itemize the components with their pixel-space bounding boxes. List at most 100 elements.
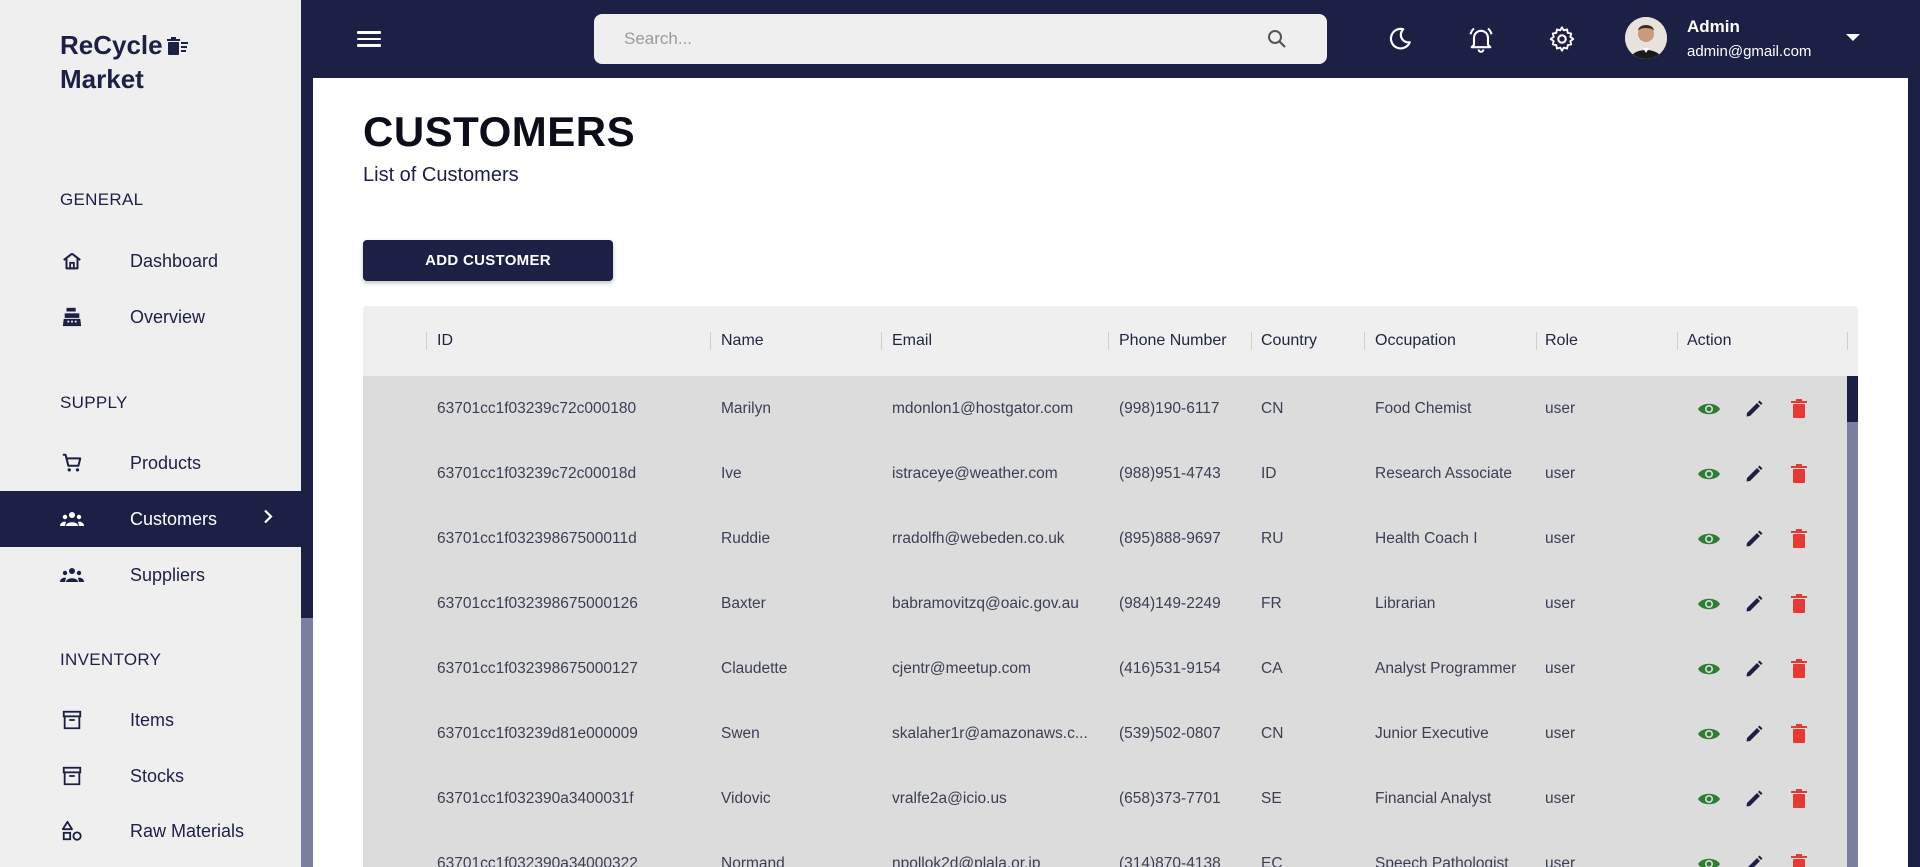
search-input[interactable]	[594, 14, 1274, 64]
user-name: Admin	[1687, 17, 1740, 36]
view-icon[interactable]	[1696, 526, 1722, 552]
notifications-icon[interactable]	[1466, 24, 1496, 54]
menu-icon	[357, 31, 381, 34]
cell-role: user	[1545, 529, 1576, 547]
page-scrollbar[interactable]	[1908, 0, 1920, 867]
main-content: CUSTOMERS List of Customers ADD CUSTOMER…	[313, 78, 1908, 867]
sidebar-item-overview[interactable]: Overview	[0, 289, 301, 345]
avatar[interactable]	[1625, 17, 1667, 59]
cell-phone: (988)951-4743	[1119, 464, 1221, 482]
cash-register-icon	[60, 305, 84, 329]
sidebar-item-items[interactable]: Items	[0, 692, 301, 748]
edit-icon[interactable]	[1741, 786, 1767, 812]
sidebar-item-customers[interactable]: Customers	[0, 491, 301, 547]
view-icon[interactable]	[1696, 721, 1722, 747]
cell-country: RU	[1261, 529, 1284, 547]
cell-phone: (539)502-0807	[1119, 724, 1221, 742]
delete-icon[interactable]	[1786, 721, 1812, 747]
view-icon[interactable]	[1696, 396, 1722, 422]
delete-icon[interactable]	[1786, 851, 1812, 867]
edit-icon[interactable]	[1741, 721, 1767, 747]
cell-email: rradolfh@webeden.co.uk	[892, 529, 1065, 547]
table-row[interactable]: 63701cc1f032390a34000322 Normand npollok2d…	[363, 831, 1845, 867]
delete-icon[interactable]	[1786, 656, 1812, 682]
table-row[interactable]: 63701cc1f032390a3400031f Vidovic vralfe2a@…	[363, 766, 1845, 831]
column-header-name[interactable]: Name	[721, 306, 764, 376]
column-header-phone[interactable]: Phone Number	[1119, 306, 1227, 376]
delete-icon[interactable]	[1786, 591, 1812, 617]
view-icon[interactable]	[1696, 656, 1722, 682]
table-row[interactable]: 63701cc1f03239c72c00018d Ive istraceye@wea…	[363, 441, 1845, 506]
sidebar-item-label: Products	[130, 452, 202, 473]
cell-role: user	[1545, 399, 1576, 417]
edit-icon[interactable]	[1741, 591, 1767, 617]
user-menu-dropdown-icon[interactable]	[1846, 34, 1860, 41]
menu-toggle-button[interactable]	[357, 27, 383, 51]
cell-role: user	[1545, 789, 1576, 807]
cell-occupation: Speech Pathologist	[1375, 854, 1509, 867]
view-icon[interactable]	[1696, 591, 1722, 617]
groups-icon	[60, 563, 84, 587]
search-icon[interactable]	[1267, 29, 1287, 54]
edit-icon[interactable]	[1741, 461, 1767, 487]
add-customer-button[interactable]: ADD CUSTOMER	[363, 240, 613, 281]
cell-country: ID	[1261, 464, 1277, 482]
brand-line-2: Market	[60, 64, 144, 94]
sidebar-item-label: Dashboard	[130, 250, 219, 271]
cell-email: mdonlon1@hostgator.com	[892, 399, 1074, 417]
column-header-occupation[interactable]: Occupation	[1375, 306, 1456, 376]
cell-occupation: Health Coach I	[1375, 529, 1478, 547]
table-row[interactable]: 63701cc1f032398675000127 Claudette cjentr@…	[363, 636, 1845, 701]
cell-occupation: Food Chemist	[1375, 399, 1472, 417]
user-email: admin@gmail.com	[1687, 43, 1812, 60]
cell-occupation: Librarian	[1375, 594, 1436, 612]
archive-icon	[60, 764, 84, 788]
sidebar-item-label: Customers	[130, 508, 218, 529]
cell-role: user	[1545, 724, 1576, 742]
dark-mode-icon[interactable]	[1385, 24, 1415, 54]
column-header-country[interactable]: Country	[1261, 306, 1317, 376]
table-scrollbar-thumb[interactable]	[1847, 376, 1858, 422]
table-row[interactable]: 63701cc1f03239c72c000180 Marilyn mdonlon1@…	[363, 376, 1845, 441]
column-header-role[interactable]: Role	[1545, 306, 1578, 376]
search-bar	[594, 14, 1327, 64]
sidebar-item-products[interactable]: Products	[0, 435, 301, 491]
sidebar-item-raw-materials[interactable]: Raw Materials	[0, 803, 301, 859]
delete-icon[interactable]	[1786, 526, 1812, 552]
table-row[interactable]: 63701cc1f03239d81e000009 Swen skalaher1r@a…	[363, 701, 1845, 766]
cell-country: CN	[1261, 399, 1284, 417]
cell-phone: (895)888-9697	[1119, 529, 1221, 547]
edit-icon[interactable]	[1741, 851, 1767, 867]
table-row[interactable]: 63701cc1f03239867500011d Ruddie rradolfh@w…	[363, 506, 1845, 571]
sidebar-item-stocks[interactable]: Stocks	[0, 748, 301, 804]
sidebar-item-dashboard[interactable]: Dashboard	[0, 233, 301, 289]
sidebar-scrollbar[interactable]	[301, 618, 313, 867]
table-scrollbar-track[interactable]	[1847, 376, 1858, 867]
customers-table: ID Name Email Phone Number Country Occup…	[363, 306, 1858, 867]
section-general: GENERAL	[60, 190, 144, 209]
edit-icon[interactable]	[1741, 656, 1767, 682]
table-row[interactable]: 63701cc1f032398675000126 Baxter babramovit…	[363, 571, 1845, 636]
view-icon[interactable]	[1696, 851, 1722, 867]
view-icon[interactable]	[1696, 786, 1722, 812]
sidebar-item-suppliers[interactable]: Suppliers	[0, 547, 301, 603]
view-icon[interactable]	[1696, 461, 1722, 487]
cell-country: EC	[1261, 854, 1283, 867]
delete-icon[interactable]	[1786, 396, 1812, 422]
edit-icon[interactable]	[1741, 526, 1767, 552]
cell-id: 63701cc1f032398675000127	[437, 659, 638, 677]
delete-icon[interactable]	[1786, 461, 1812, 487]
category-icon	[60, 819, 84, 843]
brand-logo[interactable]: ReCycle Market	[60, 30, 189, 95]
table-header: ID Name Email Phone Number Country Occup…	[363, 306, 1858, 376]
column-header-id[interactable]: ID	[437, 306, 453, 376]
sidebar-item-label: Raw Materials	[130, 820, 245, 841]
column-header-email[interactable]: Email	[892, 306, 932, 376]
settings-gear-icon[interactable]	[1547, 24, 1577, 54]
cell-email: vralfe2a@icio.us	[892, 789, 1007, 807]
archive-icon	[60, 708, 84, 732]
cell-name: Normand	[721, 854, 785, 867]
cell-occupation: Research Associate	[1375, 464, 1512, 482]
edit-icon[interactable]	[1741, 396, 1767, 422]
delete-icon[interactable]	[1786, 786, 1812, 812]
